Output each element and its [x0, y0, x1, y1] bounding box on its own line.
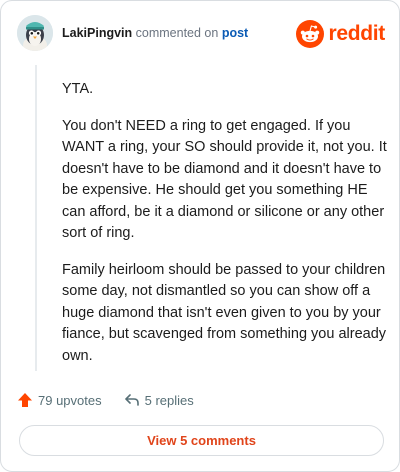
reply-arrow-icon: [124, 394, 139, 406]
comment-meta: LakiPingvin commented on post: [62, 26, 248, 40]
comment-header: LakiPingvin commented on post reddit: [1, 1, 400, 67]
comment-paragraph: Family heirloom should be passed to your…: [62, 261, 387, 364]
post-link[interactable]: post: [222, 26, 248, 40]
reddit-wordmark: reddit: [328, 22, 385, 45]
comment-card: LakiPingvin commented on post reddit YTA…: [0, 0, 400, 472]
avatar-image: [17, 15, 53, 51]
thread-line[interactable]: [35, 65, 37, 371]
reply-count: 5 replies: [144, 392, 194, 408]
replies-button[interactable]: 5 replies: [124, 392, 194, 408]
comment-body: YTA. You don't NEED a ring to get engage…: [62, 71, 387, 367]
upvote-count: 79 upvotes: [38, 392, 102, 408]
reddit-snoo-icon: [296, 20, 325, 48]
comment-actions: 79 upvotes 5 replies: [17, 389, 194, 411]
view-comments-button[interactable]: View 5 comments: [19, 425, 384, 456]
reddit-brand[interactable]: reddit: [296, 19, 385, 49]
commented-on-label: commented on: [135, 26, 219, 40]
comment-paragraph: YTA.: [62, 81, 94, 97]
user-avatar[interactable]: [17, 15, 53, 51]
author-username[interactable]: LakiPingvin: [62, 26, 132, 40]
comment-paragraph: You don't NEED a ring to get engaged. If…: [62, 117, 387, 242]
upvote-arrow-icon: [18, 393, 32, 407]
upvote-button[interactable]: 79 upvotes: [17, 392, 102, 408]
